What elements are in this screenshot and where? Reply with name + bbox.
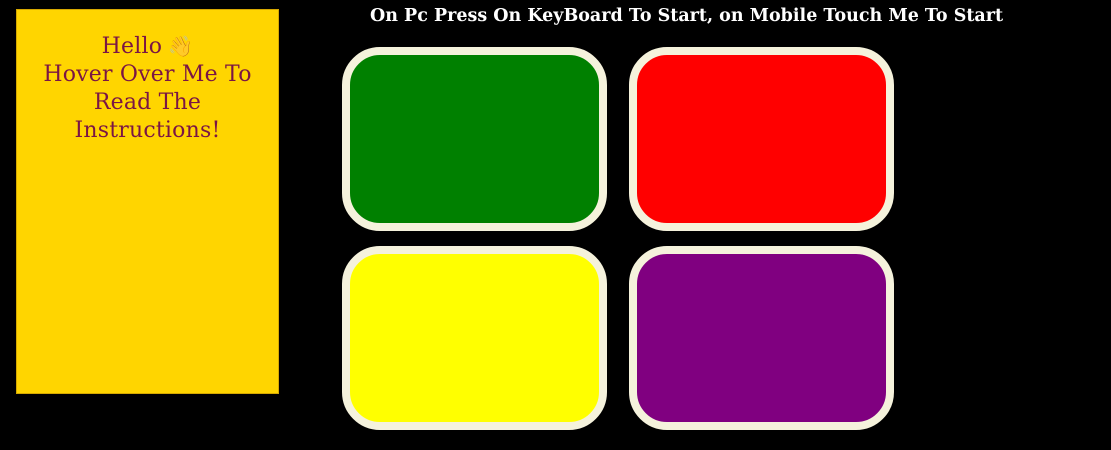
instructions-line-3: Instructions! <box>74 118 221 143</box>
start-instructions-banner: On Pc Press On KeyBoard To Start, on Mob… <box>370 6 1004 26</box>
waving-hand-icon: 👋 <box>168 34 194 58</box>
red-pad-button[interactable] <box>629 47 894 231</box>
hello-text: Hello <box>101 34 163 59</box>
hello-greeting: Hello 👋 <box>17 32 278 61</box>
instructions-line-1: Hover Over Me To <box>43 62 252 87</box>
yellow-pad-button[interactable] <box>342 246 607 430</box>
green-pad-button[interactable] <box>342 47 607 231</box>
instructions-line-2: Read The <box>93 90 202 115</box>
instructions-panel[interactable]: Hello 👋 Hover Over Me To Read The Instruc… <box>16 9 279 394</box>
purple-pad-button[interactable] <box>629 246 894 430</box>
